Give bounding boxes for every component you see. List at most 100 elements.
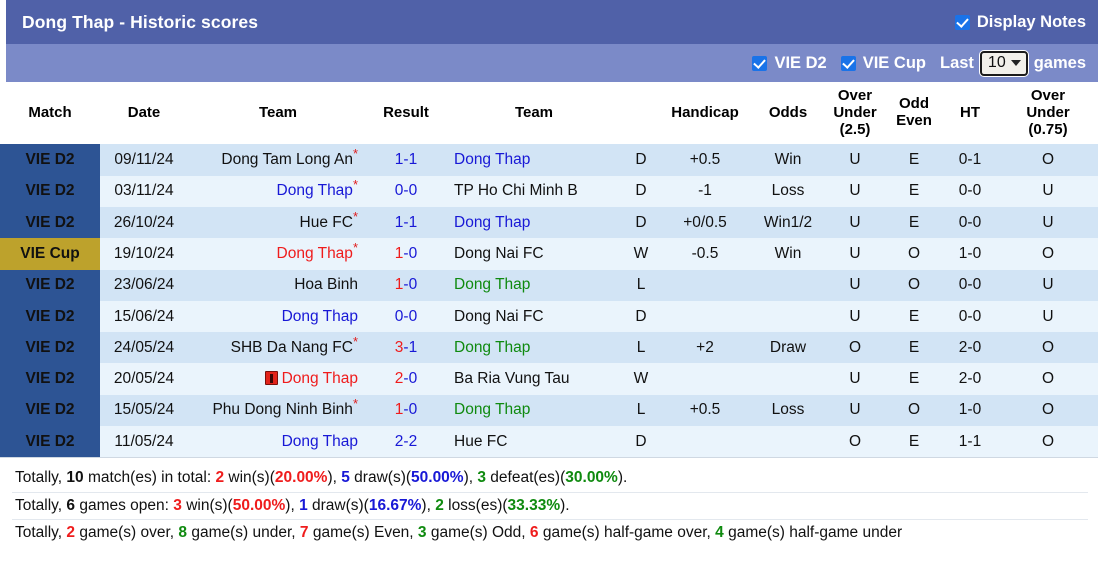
- result-wdl: D: [624, 300, 658, 333]
- filter-vie-cup[interactable]: VIE Cup: [840, 54, 926, 73]
- ou25-line3: (2.5): [839, 120, 871, 138]
- away-team[interactable]: Dong Thap: [444, 394, 624, 427]
- summary-segment: ),: [285, 496, 300, 514]
- display-notes-checkbox[interactable]: [954, 14, 970, 30]
- match-badge[interactable]: VIE D2: [0, 175, 100, 207]
- historic-scores-panel: Dong Thap - Historic scores Display Note…: [0, 0, 1098, 565]
- match-score[interactable]: 0-0: [368, 300, 444, 333]
- table-row[interactable]: VIE D2 23/06/24 Hoa Binh 1-0 Dong Thap L U O 0-0…: [0, 269, 1098, 301]
- over-under-075-value: U: [998, 269, 1098, 301]
- score-away: -1: [403, 213, 418, 231]
- table-row[interactable]: VIE D2 24/05/24 SHB Da Nang FC* 3-1 Dong Tha…: [0, 332, 1098, 364]
- match-score[interactable]: 1-0: [368, 238, 444, 270]
- table-row[interactable]: VIE D2 11/05/24 Dong Thap 2-2 Hue FC D O E 1-1 O: [0, 426, 1098, 458]
- oddeven-line1: Odd: [899, 95, 929, 113]
- home-team[interactable]: Dong Tam Long An*: [188, 144, 368, 176]
- away-team-name: Hue FC: [454, 432, 508, 450]
- handicap-value: +0.5: [658, 394, 752, 427]
- summary-segment: 2: [435, 496, 444, 514]
- away-team[interactable]: Hue FC: [444, 426, 624, 458]
- col-odds: Odds: [752, 82, 824, 145]
- home-team[interactable]: Dong Thap: [188, 300, 368, 333]
- away-team[interactable]: Dong Nai FC: [444, 300, 624, 333]
- vie-d2-checkbox[interactable]: [752, 55, 768, 71]
- match-score[interactable]: 1-1: [368, 206, 444, 239]
- odds-value: Win1/2: [752, 206, 824, 239]
- away-team[interactable]: Dong Thap: [444, 206, 624, 239]
- table-row[interactable]: VIE D2 03/11/24 Dong Thap* 0-0 TP Ho Chi Min…: [0, 175, 1098, 207]
- match-score[interactable]: 1-1: [368, 144, 444, 176]
- match-date: 26/10/24: [100, 206, 188, 239]
- match-badge[interactable]: VIE D2: [0, 300, 100, 333]
- match-score[interactable]: 2-2: [368, 426, 444, 458]
- summary-segment: game(s) half-game under: [723, 524, 903, 542]
- match-badge[interactable]: VIE Cup: [0, 238, 100, 270]
- match-badge[interactable]: VIE D2: [0, 206, 100, 239]
- last-games-control: Last 10 games: [940, 50, 1086, 76]
- home-team[interactable]: Hue FC*: [188, 206, 368, 239]
- table-row[interactable]: VIE D2 15/05/24 Phu Dong Ninh Binh* 1-0 Dong…: [0, 394, 1098, 427]
- vie-cup-checkbox[interactable]: [840, 55, 856, 71]
- summary-segment: loss(es)(: [443, 496, 508, 514]
- home-team[interactable]: Phu Dong Ninh Binh*: [188, 394, 368, 427]
- home-team[interactable]: Hoa Binh: [188, 269, 368, 301]
- summary-segment: 6: [529, 524, 539, 542]
- table-row[interactable]: VIE D2 15/06/24 Dong Thap 0-0 Dong Nai FC D U E…: [0, 300, 1098, 333]
- handicap-value: [658, 426, 752, 458]
- table-row[interactable]: VIE Cup 19/10/24 Dong Thap* 1-0 Dong Nai FC W…: [0, 238, 1098, 270]
- display-notes-control[interactable]: Display Notes: [954, 13, 1086, 32]
- over-under-075-value: O: [998, 332, 1098, 364]
- home-team[interactable]: Dong Thap: [188, 363, 368, 395]
- filter-bar: VIE D2 VIE Cup Last 10 games: [0, 44, 1098, 82]
- score-away: -0: [403, 182, 418, 200]
- home-team[interactable]: Dong Thap: [188, 426, 368, 458]
- match-badge[interactable]: VIE D2: [0, 394, 100, 427]
- match-score[interactable]: 0-0: [368, 175, 444, 207]
- oddeven-line2: Even: [896, 112, 932, 130]
- match-score[interactable]: 1-0: [368, 269, 444, 301]
- home-team[interactable]: SHB Da Nang FC*: [188, 332, 368, 364]
- handicap-value: [658, 269, 752, 301]
- score-away: -0: [403, 276, 418, 294]
- result-wdl: W: [624, 363, 658, 395]
- filter-vie-d2[interactable]: VIE D2: [752, 54, 827, 73]
- away-team[interactable]: Dong Thap: [444, 144, 624, 176]
- table-body: VIE D2 09/11/24 Dong Tam Long An* 1-1 Dong T…: [0, 144, 1098, 458]
- away-team[interactable]: Dong Thap: [444, 269, 624, 301]
- handicap-value: +2: [658, 332, 752, 364]
- away-team[interactable]: TP Ho Chi Minh B: [444, 175, 624, 207]
- home-team[interactable]: Dong Thap*: [188, 175, 368, 207]
- score-away: -0: [403, 307, 418, 325]
- away-team-name: Ba Ria Vung Tau: [454, 370, 570, 388]
- match-badge[interactable]: VIE D2: [0, 363, 100, 395]
- summary-segment: defeat(es)(: [486, 469, 566, 487]
- summary-segment: Totally,: [15, 496, 67, 514]
- table-row[interactable]: VIE D2 20/05/24 Dong Thap 2-0 Ba Ria Vung Ta…: [0, 363, 1098, 395]
- away-team-name: Dong Thap: [454, 151, 531, 169]
- away-team[interactable]: Ba Ria Vung Tau: [444, 363, 624, 395]
- summary-segment: draw(s)(: [349, 469, 412, 487]
- result-wdl: D: [624, 144, 658, 176]
- summary-segment: game(s) Even,: [308, 524, 418, 542]
- games-count-select[interactable]: 10: [979, 50, 1028, 76]
- table-row[interactable]: VIE D2 26/10/24 Hue FC* 1-1 Dong Thap D +0/0.5…: [0, 206, 1098, 239]
- match-badge[interactable]: VIE D2: [0, 144, 100, 176]
- col-wdl: [624, 82, 658, 145]
- match-badge[interactable]: VIE D2: [0, 269, 100, 301]
- result-wdl: D: [624, 206, 658, 239]
- half-time-score: 2-0: [942, 363, 998, 395]
- match-badge[interactable]: VIE D2: [0, 332, 100, 364]
- match-badge[interactable]: VIE D2: [0, 426, 100, 458]
- home-team[interactable]: Dong Thap*: [188, 238, 368, 270]
- home-team-name: Dong Thap: [281, 432, 358, 450]
- table-row[interactable]: VIE D2 09/11/24 Dong Tam Long An* 1-1 Dong T…: [0, 144, 1098, 176]
- away-team[interactable]: Dong Thap: [444, 332, 624, 364]
- match-score[interactable]: 3-1: [368, 332, 444, 364]
- summary-line: Totally, 2 game(s) over, 8 game(s) under…: [12, 520, 1088, 547]
- away-team[interactable]: Dong Nai FC: [444, 238, 624, 270]
- over-under-25-value: U: [824, 300, 886, 333]
- match-score[interactable]: 1-0: [368, 394, 444, 427]
- summary-segment: ).: [560, 496, 570, 514]
- summary-segment: 2: [215, 469, 225, 487]
- match-score[interactable]: 2-0: [368, 363, 444, 395]
